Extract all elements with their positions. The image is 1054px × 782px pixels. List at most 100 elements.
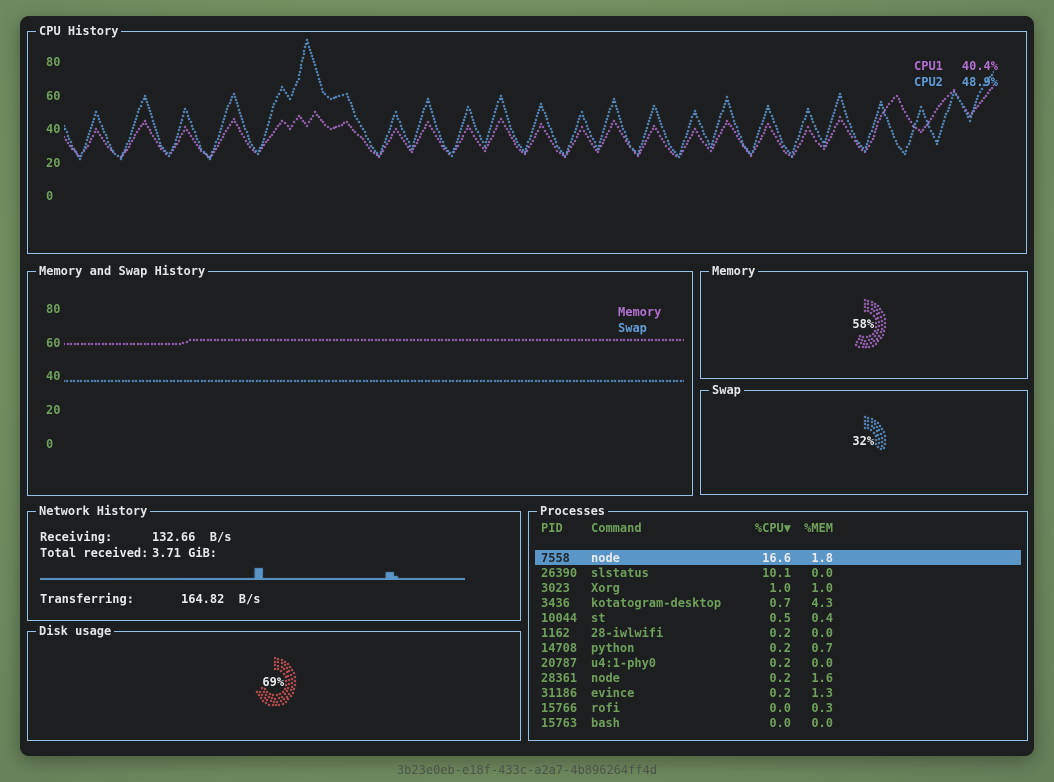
memswap-ytick-40: 40 (46, 369, 60, 383)
desktop: { "desktop": { "footer_id": "3b23e0eb-e1… (0, 0, 1054, 782)
session-id-label: 3b23e0eb-e18f-433c-a2a7-4b896264ff4d (0, 763, 1054, 777)
network-total-row: Total received: 3.71 GiB: (40, 546, 217, 560)
process-command: kotatogram-desktop (591, 596, 741, 610)
cpu1-legend-entry: CPU1 40.4% (914, 58, 998, 74)
process-row[interactable]: 26390slstatus10.10.0 (535, 565, 1021, 580)
process-pid: 1162 (541, 626, 591, 640)
process-cpu: 0.2 (741, 686, 791, 700)
transferring-label: Transferring: (40, 592, 181, 606)
cpu2-legend-entry: CPU2 48.9% (914, 74, 998, 90)
process-command: node (591, 671, 741, 685)
process-command: bash (591, 716, 741, 730)
process-row[interactable]: 3023Xorg1.01.0 (535, 580, 1021, 595)
receiving-value: 132.66 B/s (152, 530, 231, 544)
memswap-legend: Memory Swap (618, 304, 661, 336)
process-mem: 1.0 (791, 581, 833, 595)
process-command: st (591, 611, 741, 625)
network-panel-title: Network History (36, 504, 150, 518)
memory-legend-label: Memory (618, 304, 661, 320)
cpu2-legend-value: 48.9% (962, 74, 998, 90)
swap-legend-label: Swap (618, 320, 661, 336)
process-pid: 3436 (541, 596, 591, 610)
terminal-window: CPU History 80 60 40 20 0 CPU1 40.4% CPU… (20, 16, 1034, 756)
process-cpu: 0.2 (741, 671, 791, 685)
process-pid: 3023 (541, 581, 591, 595)
process-mem: 0.0 (791, 626, 833, 640)
process-pid: 14708 (541, 641, 591, 655)
process-cpu: 16.6 (741, 551, 791, 565)
process-mem: 0.3 (791, 701, 833, 715)
swap-gauge-value: 32% (852, 434, 874, 448)
disk-panel-title: Disk usage (36, 624, 114, 638)
swap-panel-title: Swap (709, 383, 744, 397)
cpu-history-panel: CPU History 80 60 40 20 0 CPU1 40.4% CPU… (27, 31, 1027, 254)
column-header-command[interactable]: Command (591, 521, 741, 535)
process-mem: 0.7 (791, 641, 833, 655)
column-header-pid[interactable]: PID (541, 521, 591, 535)
process-command: python (591, 641, 741, 655)
process-cpu: 0.2 (741, 641, 791, 655)
process-mem: 4.3 (791, 596, 833, 610)
memswap-ytick-20: 20 (46, 403, 60, 417)
cpu-ytick-40: 40 (46, 122, 60, 136)
process-cpu: 0.0 (741, 701, 791, 715)
disk-gauge-value: 69% (262, 675, 284, 689)
process-command: Xorg (591, 581, 741, 595)
memswap-history-graph (64, 272, 684, 472)
swap-gauge-panel: Swap 32% (700, 390, 1028, 495)
memswap-ytick-80: 80 (46, 302, 60, 316)
process-command: evince (591, 686, 741, 700)
process-row[interactable]: 20787u4:1-phy00.20.0 (535, 655, 1021, 670)
process-mem: 1.3 (791, 686, 833, 700)
cpu-ytick-60: 60 (46, 89, 60, 103)
process-row[interactable]: 14708python0.20.7 (535, 640, 1021, 655)
process-row[interactable]: 116228-iwlwifi0.20.0 (535, 625, 1021, 640)
cpu1-legend-value: 40.4% (962, 58, 998, 74)
process-row[interactable]: 28361node0.21.6 (535, 670, 1021, 685)
total-received-value: 3.71 GiB: (152, 546, 217, 560)
memory-panel-title: Memory (709, 264, 758, 278)
process-list: 7558node16.61.826390slstatus10.10.03023X… (529, 550, 1027, 730)
process-cpu: 1.0 (741, 581, 791, 595)
process-cpu: 0.0 (741, 716, 791, 730)
process-cpu: 10.1 (741, 566, 791, 580)
network-history-panel: Network History Receiving: 132.66 B/s To… (27, 511, 521, 621)
cpu-legend: CPU1 40.4% CPU2 48.9% (914, 58, 998, 90)
column-header-mem[interactable]: %MEM (791, 521, 833, 535)
process-cpu: 0.5 (741, 611, 791, 625)
process-mem: 0.0 (791, 716, 833, 730)
process-pid: 26390 (541, 566, 591, 580)
memory-gauge: 58% (810, 274, 920, 374)
cpu-ytick-20: 20 (46, 156, 60, 170)
receiving-label: Receiving: (40, 530, 152, 544)
memory-gauge-value: 58% (852, 317, 874, 331)
process-command: u4:1-phy0 (591, 656, 741, 670)
process-table-header: PID Command %CPU▼ %MEM (535, 520, 1021, 535)
process-row[interactable]: 15763bash0.00.0 (535, 715, 1021, 730)
process-row[interactable]: 3436kotatogram-desktop0.74.3 (535, 595, 1021, 610)
process-mem: 1.6 (791, 671, 833, 685)
disk-gauge: 69% (220, 632, 330, 732)
process-pid: 31186 (541, 686, 591, 700)
transferring-value: 164.82 B/s (181, 592, 260, 606)
memory-gauge-panel: Memory 58% (700, 271, 1028, 379)
process-pid: 15763 (541, 716, 591, 730)
process-mem: 0.0 (791, 566, 833, 580)
process-row[interactable]: 31186evince0.21.3 (535, 685, 1021, 700)
process-row[interactable]: 10044st0.50.4 (535, 610, 1021, 625)
process-command: 28-iwlwifi (591, 626, 741, 640)
process-pid: 28361 (541, 671, 591, 685)
memswap-history-panel: Memory and Swap History 80 60 40 20 0 Me… (27, 271, 693, 496)
memswap-ytick-60: 60 (46, 336, 60, 350)
cpu1-legend-label: CPU1 (914, 58, 943, 74)
process-row[interactable]: 7558node16.61.8 (535, 550, 1021, 565)
network-transferring-row: Transferring: 164.82 B/s (40, 592, 260, 606)
memswap-ytick-0: 0 (46, 437, 53, 451)
process-pid: 20787 (541, 656, 591, 670)
swap-gauge: 32% (810, 391, 920, 491)
process-row[interactable]: 15766rofi0.00.3 (535, 700, 1021, 715)
process-command: rofi (591, 701, 741, 715)
process-cpu: 0.2 (741, 626, 791, 640)
cpu-history-graph (64, 36, 994, 208)
column-header-cpu[interactable]: %CPU▼ (741, 521, 791, 535)
